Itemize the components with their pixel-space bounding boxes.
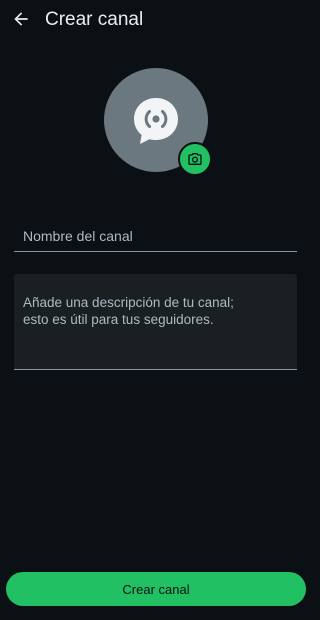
channel-name-field bbox=[14, 222, 297, 252]
channel-description-field bbox=[14, 274, 297, 370]
back-button[interactable] bbox=[10, 8, 32, 30]
arrow-back-icon bbox=[14, 12, 28, 26]
page-title: Crear canal bbox=[45, 9, 144, 30]
channel-avatar-container bbox=[104, 68, 212, 176]
create-channel-button[interactable]: Crear canal bbox=[6, 572, 306, 606]
app-bar: Crear canal bbox=[0, 0, 311, 40]
channel-name-input[interactable] bbox=[14, 222, 297, 250]
channel-broadcast-icon bbox=[134, 98, 178, 144]
camera-icon bbox=[188, 153, 202, 165]
change-photo-button[interactable] bbox=[178, 142, 212, 176]
channel-description-input[interactable] bbox=[14, 274, 297, 369]
